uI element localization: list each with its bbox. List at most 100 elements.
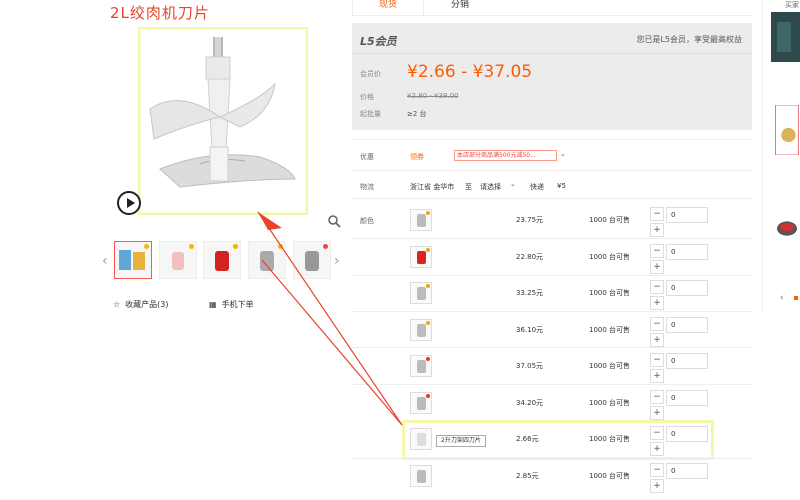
quantity-stepper: − 0 + [650,353,710,383]
sku-row: 34.20元 1000 台可售 − 0 + [352,386,752,422]
sku-row: 22.80元 1000 台可售 − 0 + [352,240,752,276]
increase-button[interactable]: + [650,296,664,310]
logistics-label: 物流 [360,183,374,191]
recommended-product-image[interactable] [771,12,800,62]
zoom-icon[interactable] [327,214,341,228]
promo-text[interactable]: 本店部分商品满500元减50... [454,150,557,161]
sku-stock: 1000 台可售 [589,362,631,370]
quantity-input[interactable]: 0 [666,390,708,406]
thumbnail[interactable] [159,241,197,279]
sku-row: 2.85元 1000 台可售 − 0 + [352,459,752,495]
recommended-product-image[interactable] [771,200,800,250]
purchase-tabs: 现货 分销 [352,0,752,16]
increase-button[interactable]: + [650,333,664,347]
decrease-button[interactable]: − [650,390,664,404]
sku-row: 36.10元 1000 台可售 − 0 + [352,313,752,349]
thumbnail[interactable] [114,241,152,279]
sku-thumbnail[interactable] [410,282,432,304]
decrease-button[interactable]: − [650,463,664,477]
sku-price: 2.66元 [516,435,539,443]
sku-row: 23.75元 1000 台可售 − 0 + [352,203,752,239]
increase-button[interactable]: + [650,223,664,237]
quantity-input[interactable]: 0 [666,280,708,296]
increase-button[interactable]: + [650,442,664,456]
quantity-input[interactable]: 0 [666,463,708,479]
tab-spot[interactable]: 现货 [352,0,424,15]
recommended-product-image[interactable] [771,105,800,155]
decrease-button[interactable]: − [650,207,664,221]
coupon-tag[interactable]: 领券 [410,152,424,162]
sku-row-highlighted: 2升刀架四刀片 2.66元 1000 台可售 − 0 + [402,420,714,460]
member-price-box: L5会员 您已是L5会员，享受最高权益 会员价 ¥2.66 - ¥37.05 价… [352,23,752,130]
quantity-stepper: − 0 + [650,426,710,456]
mobile-order-link[interactable]: ▦ 手机下单 [209,299,254,310]
tab-distribution[interactable]: 分销 [424,0,496,15]
increase-button[interactable]: + [650,479,664,493]
express-label: 快递 [530,183,544,191]
shipping-origin: 浙江省 金华市 [410,183,455,191]
increase-button[interactable]: + [650,260,664,274]
sku-thumbnail[interactable] [410,355,432,377]
moq-label: 起批量 [360,110,381,118]
member-note: 您已是L5会员，享受最高权益 [636,35,742,44]
thumbnail[interactable] [293,241,331,279]
sku-thumbnail[interactable] [410,319,432,341]
quantity-stepper: − 0 + [650,390,710,420]
member-price-label: 会员价 [360,70,381,78]
thumbnail[interactable] [203,241,241,279]
sku-thumbnail[interactable] [410,392,432,414]
quantity-stepper: − 0 + [650,207,710,237]
sku-thumbnail[interactable] [410,465,432,487]
shipping-to: 至 [465,183,472,191]
quantity-stepper: − 0 + [650,317,710,347]
thumb-prev-arrow[interactable]: ‹ [102,253,108,269]
sku-price: 22.80元 [516,253,544,261]
quantity-input[interactable]: 0 [666,244,708,260]
express-fee: ¥5 [557,182,566,190]
sku-stock: 1000 台可售 [589,289,631,297]
sku-stock: 1000 台可售 [589,435,631,443]
chevron-down-icon[interactable]: ⌄ [510,180,516,188]
decrease-button[interactable]: − [650,317,664,331]
quantity-input[interactable]: 0 [666,317,708,333]
decrease-button[interactable]: − [650,280,664,294]
recommendation-label: 买家 [785,1,799,9]
sku-tooltip: 2升刀架四刀片 [436,435,486,447]
increase-button[interactable]: + [650,369,664,383]
sku-price: 23.75元 [516,216,544,224]
favorite-link[interactable]: ☆ 收藏产品(3) [113,299,169,310]
decrease-button[interactable]: − [650,244,664,258]
promo-label: 优惠 [360,153,374,161]
sku-price: 34.20元 [516,399,544,407]
chevron-down-icon[interactable]: ⌄ [560,150,566,158]
panel-prev-arrow[interactable]: ‹ [780,293,784,303]
quantity-stepper: − 0 + [650,244,710,274]
annotation-title: 2L绞肉机刀片 [110,4,210,22]
thumbnail[interactable] [248,241,286,279]
qr-code-icon: ▦ [209,300,217,309]
sku-thumbnail[interactable] [410,209,432,231]
star-icon: ☆ [113,300,121,309]
quantity-input[interactable]: 0 [666,426,708,442]
sku-thumbnail[interactable] [410,246,432,268]
destination-select[interactable]: 请选择 [480,182,501,192]
moq-value: ≥2 台 [407,110,427,118]
sku-stock: 1000 台可售 [589,216,631,224]
blender-blade-illustration [149,37,296,188]
decrease-button[interactable]: − [650,426,664,440]
thumb-next-arrow[interactable]: › [334,253,340,269]
member-level-logo: L5会员 [360,35,397,48]
decrease-button[interactable]: − [650,353,664,367]
sku-stock: 1000 台可售 [589,253,631,261]
member-price: ¥2.66 - ¥37.05 [407,62,533,82]
quantity-input[interactable]: 0 [666,353,708,369]
quantity-input[interactable]: 0 [666,207,708,223]
increase-button[interactable]: + [650,406,664,420]
sku-row: 37.05元 1000 台可售 − 0 + [352,349,752,385]
sku-row: 33.25元 1000 台可售 − 0 + [352,276,752,312]
main-product-image[interactable] [138,27,308,215]
sku-thumbnail[interactable] [410,428,432,450]
sku-price: 33.25元 [516,289,544,297]
quantity-stepper: − 0 + [650,463,710,493]
play-video-button[interactable] [117,191,141,215]
